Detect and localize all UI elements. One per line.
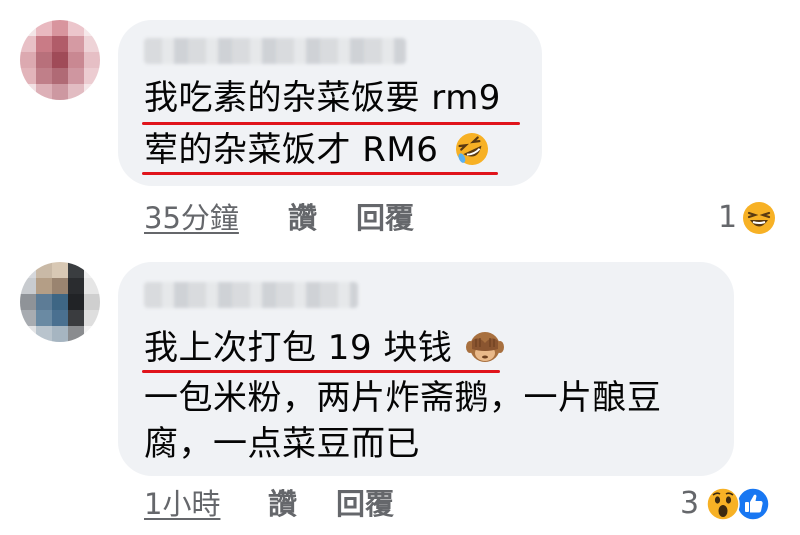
timestamp-link[interactable]: 1小時 xyxy=(144,486,220,522)
avatar[interactable] xyxy=(20,20,100,100)
like-button[interactable]: 讚 xyxy=(268,486,297,522)
laughing-face-icon xyxy=(742,201,776,235)
comment-line-text: 我上次打包 19 块钱 xyxy=(144,328,453,368)
comment-line-text: 荤的杂菜饭才 RM6 xyxy=(144,130,439,170)
commenter-name-blurred[interactable] xyxy=(144,38,406,64)
comment-line-1: 我上次打包 19 块钱 xyxy=(144,326,504,370)
comment-line-2: 荤的杂菜饭才 RM6 xyxy=(144,128,490,172)
red-underline xyxy=(142,172,498,175)
rolling-on-floor-laughing-emoji-icon xyxy=(454,131,490,167)
comment-actions: 1小時 讚 回覆 xyxy=(144,486,464,522)
timestamp-link[interactable]: 35分鐘 xyxy=(144,200,239,236)
comment-line-text: 一包米粉，两片炸斋鹅，一片酿豆 xyxy=(144,378,662,418)
reaction-summary[interactable]: 1 xyxy=(718,200,788,236)
comment-line-3: 腐，一点菜豆而已 xyxy=(144,422,420,466)
comment-line-1: 我吃素的杂菜饭要 rm9 xyxy=(144,76,501,120)
like-button[interactable]: 讚 xyxy=(288,200,317,236)
comment-actions: 35分鐘 讚 回覆 xyxy=(144,200,464,236)
like-thumb-icon xyxy=(736,487,770,521)
reply-button[interactable]: 回覆 xyxy=(356,200,414,236)
reaction-count: 3 xyxy=(680,486,700,521)
comment-bubble: 我上次打包 19 块钱 一包米粉，两片炸斋鹅，一片酿豆 腐，一点菜豆而已 xyxy=(118,262,734,476)
reaction-summary[interactable]: 3 xyxy=(680,486,790,522)
see-no-evil-monkey-emoji-icon xyxy=(465,329,504,365)
comment-bubble: 我吃素的杂菜饭要 rm9 荤的杂菜饭才 RM6 xyxy=(118,20,542,186)
reaction-count: 1 xyxy=(718,200,738,235)
commenter-name-blurred[interactable] xyxy=(144,282,358,308)
comment-line-text: 我吃素的杂菜饭要 rm9 xyxy=(144,78,501,118)
wow-face-icon xyxy=(706,487,740,521)
red-underline xyxy=(142,122,520,125)
comment-line-2: 一包米粉，两片炸斋鹅，一片酿豆 xyxy=(144,376,662,420)
red-underline xyxy=(142,370,500,373)
reply-button[interactable]: 回覆 xyxy=(336,486,394,522)
comment-line-text: 腐，一点菜豆而已 xyxy=(144,424,420,464)
avatar[interactable] xyxy=(20,262,100,342)
